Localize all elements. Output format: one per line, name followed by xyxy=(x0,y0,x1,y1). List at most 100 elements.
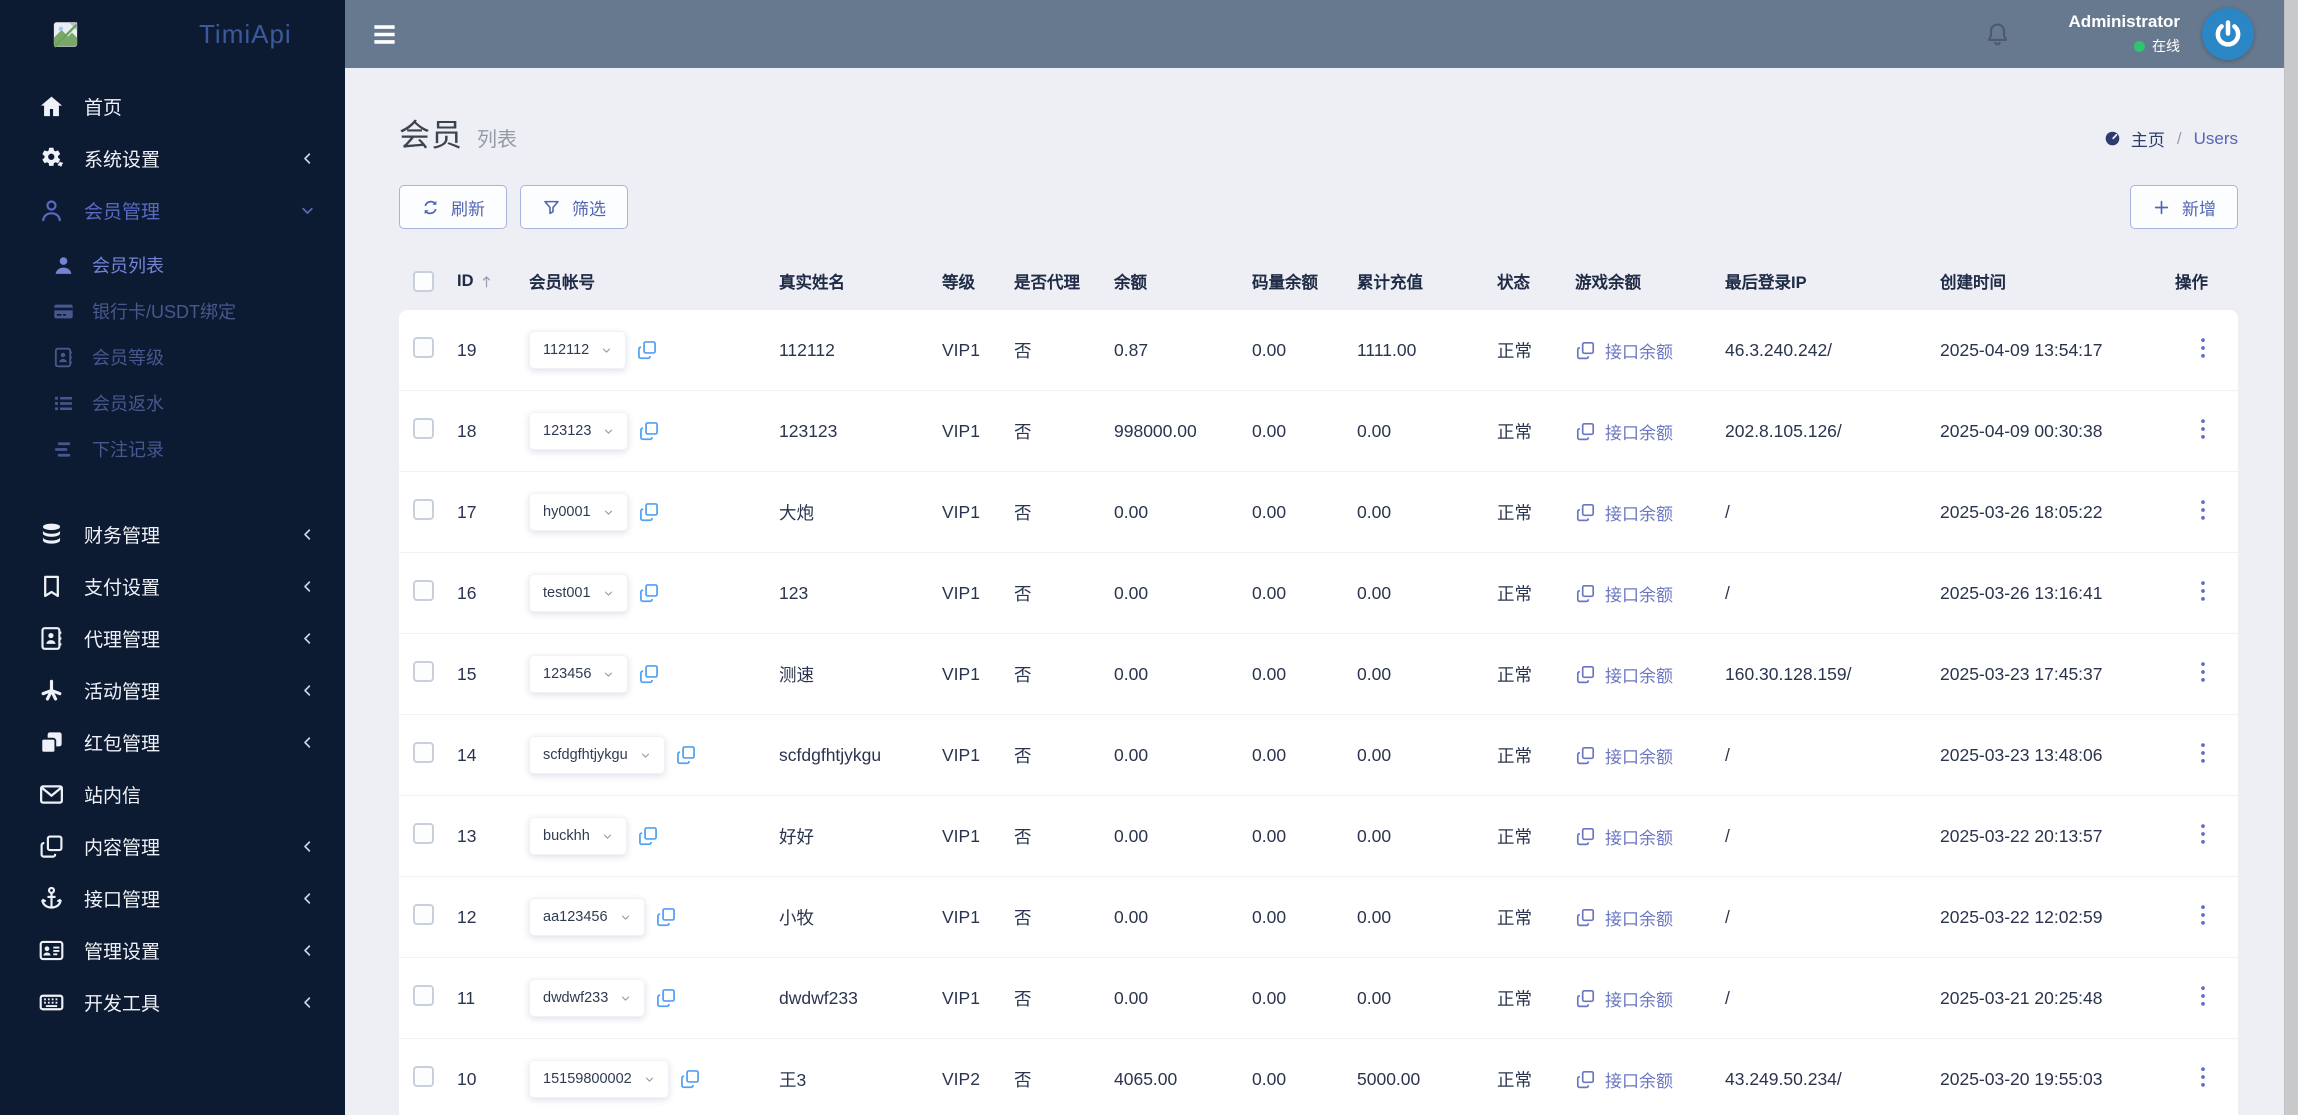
copy-game-balance-icon[interactable] xyxy=(1575,745,1596,766)
cell-real-name: 好好 xyxy=(779,826,814,847)
row-checkbox[interactable] xyxy=(413,985,434,1006)
row-checkbox[interactable] xyxy=(413,1066,434,1087)
copy-game-balance-icon[interactable] xyxy=(1575,907,1596,928)
copy-account-icon[interactable] xyxy=(637,825,659,847)
sidebar-subitem-银行卡/USDT绑定[interactable]: 银行卡/USDT绑定 xyxy=(0,288,345,334)
copy-account-icon[interactable] xyxy=(679,1068,701,1090)
account-select[interactable]: aa123456 xyxy=(529,898,645,936)
copy-account-icon[interactable] xyxy=(636,339,658,361)
chevron-left-icon xyxy=(300,151,315,166)
row-actions-kebab-icon[interactable] xyxy=(2193,498,2213,522)
row-actions-kebab-icon[interactable] xyxy=(2193,984,2213,1008)
game-balance-link[interactable]: 接口余额 xyxy=(1605,905,1673,930)
account-select[interactable]: 123456 xyxy=(529,655,629,693)
refresh-button[interactable]: 刷新 xyxy=(399,185,507,229)
sidebar-item-站内信[interactable]: 站内信 xyxy=(0,768,345,820)
copy-account-icon[interactable] xyxy=(638,420,660,442)
sidebar-item-代理管理[interactable]: 代理管理 xyxy=(0,612,345,664)
account-select[interactable]: 123123 xyxy=(529,412,629,450)
copy-game-balance-icon[interactable] xyxy=(1575,826,1596,847)
add-button[interactable]: 新增 xyxy=(2130,185,2238,229)
row-actions-kebab-icon[interactable] xyxy=(2193,660,2213,684)
sidebar-item-接口管理[interactable]: 接口管理 xyxy=(0,872,345,924)
game-balance-link[interactable]: 接口余额 xyxy=(1605,743,1673,768)
sort-up-icon[interactable] xyxy=(478,273,495,290)
row-actions-kebab-icon[interactable] xyxy=(2193,417,2213,441)
row-actions-kebab-icon[interactable] xyxy=(2193,822,2213,846)
account-select[interactable]: test001 xyxy=(529,574,628,612)
account-select[interactable]: 15159800002 xyxy=(529,1060,669,1098)
row-checkbox[interactable] xyxy=(413,499,434,520)
game-balance-link[interactable]: 接口余额 xyxy=(1605,662,1673,687)
sidebar-item-财务管理[interactable]: 财务管理 xyxy=(0,508,345,560)
sidebar-item-活动管理[interactable]: 活动管理 xyxy=(0,664,345,716)
row-checkbox[interactable] xyxy=(413,742,434,763)
sidebar-toggle-hamburger-icon[interactable] xyxy=(371,21,398,48)
copy-game-balance-icon[interactable] xyxy=(1575,340,1596,361)
notifications-bell-icon[interactable] xyxy=(1984,21,2011,48)
row-actions-kebab-icon[interactable] xyxy=(2193,336,2213,360)
sidebar-item-系统设置[interactable]: 系统设置 xyxy=(0,132,345,184)
row-checkbox[interactable] xyxy=(413,337,434,358)
sidebar-subitem-会员返水[interactable]: 会员返水 xyxy=(0,380,345,426)
copy-account-icon[interactable] xyxy=(675,744,697,766)
sidebar-subitem-下注记录[interactable]: 下注记录 xyxy=(0,426,345,472)
sidebar-item-会员管理[interactable]: 会员管理 xyxy=(0,184,345,236)
sidebar-item-开发工具[interactable]: 开发工具 xyxy=(0,976,345,1028)
copy-game-balance-icon[interactable] xyxy=(1575,583,1596,604)
game-balance-link[interactable]: 接口余额 xyxy=(1605,581,1673,606)
sidebar-subitem-会员等级[interactable]: 会员等级 xyxy=(0,334,345,380)
sidebar-subitem-会员列表[interactable]: 会员列表 xyxy=(0,242,345,288)
cell-total-recharge: 0.00 xyxy=(1357,420,1392,441)
sidebar-item-内容管理[interactable]: 内容管理 xyxy=(0,820,345,872)
sidebar-item-红包管理[interactable]: 红包管理 xyxy=(0,716,345,768)
copy-game-balance-icon[interactable] xyxy=(1575,421,1596,442)
cell-balance: 0.00 xyxy=(1114,582,1149,603)
copy-account-icon[interactable] xyxy=(655,906,677,928)
breadcrumb-current-link[interactable]: Users xyxy=(2194,129,2238,149)
copy-game-balance-icon[interactable] xyxy=(1575,988,1596,1009)
row-checkbox[interactable] xyxy=(413,418,434,439)
game-balance-link[interactable]: 接口余额 xyxy=(1605,986,1673,1011)
sidebar-item-首页[interactable]: 首页 xyxy=(0,80,345,132)
account-select[interactable]: hy0001 xyxy=(529,493,628,531)
copy-account-icon[interactable] xyxy=(638,582,660,604)
column-header-id[interactable]: ID xyxy=(457,272,529,291)
account-select[interactable]: dwdwf233 xyxy=(529,979,646,1017)
game-balance-link[interactable]: 接口余额 xyxy=(1605,419,1673,444)
user-block[interactable]: Administrator 在线 xyxy=(2069,12,2180,56)
sidebar-item-支付设置[interactable]: 支付设置 xyxy=(0,560,345,612)
row-checkbox[interactable] xyxy=(413,580,434,601)
row-actions-kebab-icon[interactable] xyxy=(2193,1065,2213,1089)
copy-game-balance-icon[interactable] xyxy=(1575,502,1596,523)
copy-account-icon[interactable] xyxy=(638,501,660,523)
user-avatar[interactable] xyxy=(2202,8,2254,60)
copy-account-icon[interactable] xyxy=(655,987,677,1009)
copy-game-balance-icon[interactable] xyxy=(1575,664,1596,685)
chevron-down-icon xyxy=(620,993,631,1004)
copy-account-icon[interactable] xyxy=(638,663,660,685)
game-balance-link[interactable]: 接口余额 xyxy=(1605,1067,1673,1092)
row-checkbox[interactable] xyxy=(413,823,434,844)
row-actions-kebab-icon[interactable] xyxy=(2193,741,2213,765)
sidebar-item-管理设置[interactable]: 管理设置 xyxy=(0,924,345,976)
game-balance-link[interactable]: 接口余额 xyxy=(1605,824,1673,849)
row-checkbox[interactable] xyxy=(413,904,434,925)
filter-button[interactable]: 筛选 xyxy=(520,185,628,229)
select-all-checkbox[interactable] xyxy=(413,270,434,292)
game-balance-link[interactable]: 接口余额 xyxy=(1605,338,1673,363)
account-select[interactable]: buckhh xyxy=(529,817,627,855)
cell-total-recharge: 0.00 xyxy=(1357,906,1392,927)
game-balance-link[interactable]: 接口余额 xyxy=(1605,500,1673,525)
copy-game-balance-icon[interactable] xyxy=(1575,1069,1596,1090)
account-select[interactable]: scfdgfhtjykgu xyxy=(529,736,665,774)
account-select[interactable]: 112112 xyxy=(529,331,627,369)
breadcrumb-home-link[interactable]: 主页 xyxy=(2131,126,2165,151)
row-actions-kebab-icon[interactable] xyxy=(2193,579,2213,603)
row-actions-kebab-icon[interactable] xyxy=(2193,903,2213,927)
sidebar-logo-row[interactable]: TimiApi xyxy=(0,0,345,68)
page-scrollbar[interactable] xyxy=(2284,0,2298,1115)
sidebar-menu: 首页 系统设置 会员管理 会员列表 银行卡/USDT绑定 会员等级 会员返水 下… xyxy=(0,68,345,1028)
row-checkbox[interactable] xyxy=(413,661,434,682)
cell-last-ip: / xyxy=(1725,501,1730,522)
